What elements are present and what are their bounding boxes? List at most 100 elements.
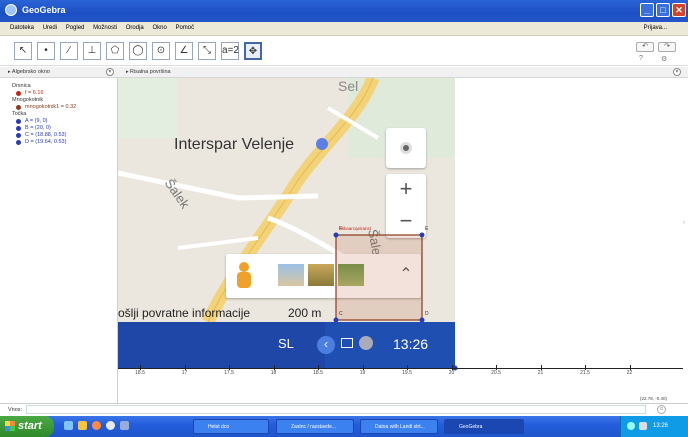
slider-tool-icon[interactable]: a=2 (221, 42, 239, 60)
start-label: start (18, 420, 42, 432)
polygon-tool-icon[interactable]: ⬠ (106, 42, 124, 60)
angle-tool-icon[interactable]: ∠ (175, 42, 193, 60)
conic-tool-icon[interactable]: ⊙ (152, 42, 170, 60)
redo-button[interactable]: ↷ (658, 42, 676, 52)
graphics-view-header[interactable]: ▸ Risalna površina (118, 67, 688, 78)
geogebra-logo-icon (5, 4, 17, 16)
graphics-view-title: Risalna površina (129, 69, 171, 75)
point-a-value: A = (9, 0) (25, 118, 48, 124)
algebra-close-icon[interactable]: × (106, 68, 114, 76)
x-axis-tick-label: 17.5 (224, 370, 234, 376)
sign-in-link[interactable]: Prijava... (644, 25, 667, 31)
image-label: Slikaarcqeiranst (339, 226, 372, 231)
window-titlebar: GeoGebra (0, 0, 688, 22)
help-icon[interactable]: ? (639, 55, 643, 62)
taskbar-item-1-label: Hetst dco (208, 424, 230, 430)
point-dot-icon[interactable] (16, 132, 21, 138)
line-tool-icon[interactable]: ∕ (60, 42, 78, 60)
coordinate-readout: (22.78, -0.40) (640, 396, 668, 401)
taskbar-item-geogebra[interactable]: GeoGebra (444, 419, 524, 434)
input-label: Vnos: (8, 407, 23, 413)
taskbar-item-2-label: Zastnc / razstavde... (291, 424, 337, 430)
settings-gear-icon[interactable]: ⚙ (661, 55, 667, 63)
menu-pogled[interactable]: Pogled (66, 25, 85, 31)
x-axis-tick-label: 19 (359, 370, 366, 376)
graphics-close-icon[interactable]: × (673, 68, 681, 76)
windows-logo-icon (5, 421, 15, 431)
point-dot-icon[interactable] (16, 125, 21, 131)
point-dot-icon[interactable] (16, 118, 21, 124)
system-tray: 13:26 (620, 416, 688, 437)
slider-f-item[interactable]: f = 6.16 (16, 90, 117, 96)
perpendicular-tool-icon[interactable]: ⊥ (83, 42, 101, 60)
menu-datoteka[interactable]: Datoteka (10, 25, 34, 31)
quicklaunch-folder-icon[interactable] (78, 421, 87, 430)
point-label-c: C (339, 311, 343, 317)
collapse-right-icon[interactable]: › (683, 220, 685, 226)
point-dot-icon[interactable] (16, 139, 21, 145)
minimize-button[interactable]: _ (640, 3, 654, 17)
quicklaunch-desktop-icon[interactable] (120, 421, 129, 430)
maximize-button[interactable]: □ (656, 3, 670, 17)
point-c[interactable] (333, 317, 339, 323)
slider-f-value: f = 6.16 (25, 90, 44, 96)
close-button[interactable]: ✕ (672, 3, 686, 17)
point-label-f: F (339, 226, 343, 232)
reflect-tool-icon[interactable]: ⤡ (198, 42, 216, 60)
construction-overlay (333, 232, 458, 371)
x-axis-tick-label: 21 (537, 370, 544, 376)
category-tocka: Točka (12, 111, 27, 117)
network-icon[interactable] (627, 422, 635, 430)
polygon-dot-icon[interactable] (16, 104, 21, 110)
taskbar-item-3[interactable]: Datoa with Landi strt... (360, 419, 438, 434)
circle-tool-icon[interactable]: ◯ (129, 42, 147, 60)
quicklaunch-firefox-icon[interactable] (92, 421, 101, 430)
menu-uredi[interactable]: Uredi (43, 25, 57, 31)
point-c-item[interactable]: C = (18.88, 0.53) (16, 132, 117, 138)
category-drsnica: Drsnica (12, 83, 31, 89)
algebra-view-title: Algebrsko okno (11, 69, 50, 75)
category-mnogokotnik: Mnogokotnik (12, 97, 44, 103)
point-b-item[interactable]: B = (20, 0) (16, 125, 117, 131)
menu-pomoc[interactable]: Pomoč (175, 25, 194, 31)
point-f[interactable] (333, 232, 339, 238)
menu-orodja[interactable]: Orodja (126, 25, 144, 31)
point-e[interactable] (419, 232, 425, 238)
polygon-shape[interactable] (335, 234, 423, 321)
x-axis-tick-label: 17 (181, 370, 188, 376)
start-button[interactable]: start (0, 416, 54, 437)
point-d-item[interactable]: D = (19.64, 0.53) (16, 139, 117, 145)
polygon-value: mnogokotnik1 = 0.32 (25, 104, 77, 110)
menu-okno[interactable]: Okno (152, 25, 166, 31)
point-c-value: C = (18.88, 0.53) (25, 132, 67, 138)
x-axis-tick-label: 21.5 (580, 370, 590, 376)
quicklaunch-media-icon[interactable] (106, 421, 115, 430)
volume-icon[interactable] (639, 422, 647, 430)
taskbar-clock: 13:26 (653, 423, 669, 429)
algebra-view-header[interactable]: ▸ Algebrsko okno (0, 67, 118, 78)
move-graphics-tool-icon[interactable]: ✥ (244, 42, 262, 60)
x-axis-tick-label: 19.5 (402, 370, 412, 376)
point-b-value: B = (20, 0) (25, 125, 51, 131)
input-help-icon[interactable]: α (657, 405, 666, 414)
point-label-d: D (425, 311, 429, 317)
point-d-value: D = (19.64, 0.53) (25, 139, 67, 145)
move-tool-icon[interactable]: ↖ (14, 42, 32, 60)
taskbar-item-3-label: Datoa with Landi strt... (375, 424, 425, 430)
point-label-e: E (425, 226, 429, 232)
menu-bar: Datoteka Uredi Pogled Možnosti Orodja Ok… (0, 22, 688, 36)
slider-dot-icon[interactable] (16, 90, 21, 96)
polygon-item[interactable]: mnogokotnik1 = 0.32 (16, 104, 117, 110)
quicklaunch-ie-icon[interactable] (64, 421, 73, 430)
taskbar-item-geogebra-label: GeoGebra (459, 424, 483, 430)
undo-button[interactable]: ↶ (636, 42, 654, 52)
point-d[interactable] (419, 317, 425, 323)
taskbar-item-1[interactable]: Hetst dco (193, 419, 269, 434)
point-tool-icon[interactable]: • (37, 42, 55, 60)
x-axis-tick-label: 18 (270, 370, 277, 376)
point-a-item[interactable]: A = (9, 0) (16, 118, 117, 124)
menu-moznosti[interactable]: Možnosti (93, 25, 117, 31)
input-field[interactable] (26, 405, 646, 414)
x-axis-tick-label: 18.5 (313, 370, 323, 376)
taskbar-item-2[interactable]: Zastnc / razstavde... (276, 419, 354, 434)
